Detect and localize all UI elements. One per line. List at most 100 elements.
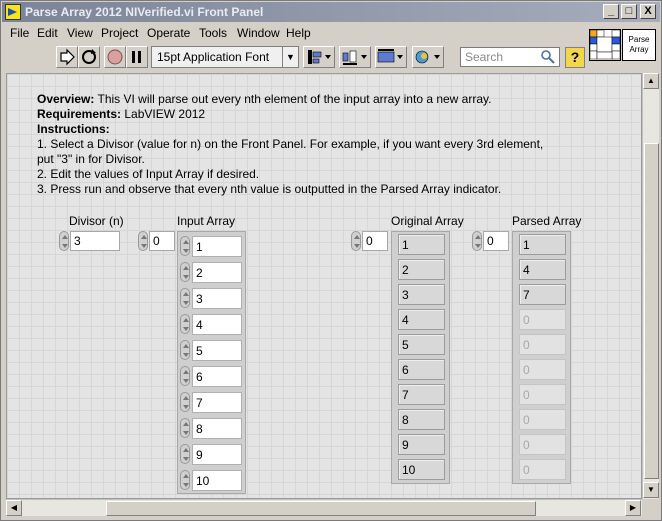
overview-label: Overview: xyxy=(37,92,95,106)
element-spinner[interactable] xyxy=(180,418,190,438)
menu-view[interactable]: View xyxy=(67,26,93,40)
context-help-button[interactable]: ? xyxy=(565,47,585,68)
toolbar: 15pt Application Font ▼ Search ? xyxy=(2,43,660,71)
element-spinner[interactable] xyxy=(180,366,190,386)
window-title: Parse Array 2012 NIVerified.vi Front Pan… xyxy=(25,5,264,19)
array-element: 8 xyxy=(398,409,445,430)
labview-window: Parse Array 2012 NIVerified.vi Front Pan… xyxy=(0,0,662,521)
parsed-array-index[interactable]: 0 xyxy=(483,231,509,251)
search-input[interactable]: Search xyxy=(460,47,560,67)
array-element: 6 xyxy=(398,359,445,380)
element-spinner[interactable] xyxy=(180,236,190,256)
font-selector[interactable]: 15pt Application Font ▼ xyxy=(151,46,299,68)
array-element: 0 xyxy=(519,434,566,455)
run-arrow-icon xyxy=(60,48,75,66)
array-element: 0 xyxy=(519,309,566,330)
array-element: 1 xyxy=(398,234,445,255)
resize-grip[interactable] xyxy=(642,499,659,516)
array-element: 2 xyxy=(398,259,445,280)
title-bar[interactable]: Parse Array 2012 NIVerified.vi Front Pan… xyxy=(2,2,660,22)
instructions-text: Overview: This VI will parse out every n… xyxy=(37,92,617,197)
array-element[interactable]: 3 xyxy=(192,288,242,309)
align-objects-icon xyxy=(308,50,331,64)
pause-button[interactable] xyxy=(126,46,148,68)
original-array-index-spinner[interactable] xyxy=(351,231,361,251)
original-array-index[interactable]: 0 xyxy=(362,231,388,251)
parsed-array: 1470000000 xyxy=(512,231,571,484)
menu-help[interactable]: Help xyxy=(286,26,311,40)
vi-icon[interactable]: Parse Array xyxy=(622,29,656,61)
menu-project[interactable]: Project xyxy=(101,26,138,40)
element-spinner[interactable] xyxy=(180,340,190,360)
distribute-objects-icon xyxy=(342,50,367,65)
scroll-left-arrow[interactable]: ◀ xyxy=(6,500,22,516)
search-icon[interactable] xyxy=(540,49,556,65)
resize-objects-icon xyxy=(377,49,403,63)
search-placeholder: Search xyxy=(465,50,504,64)
original-array-label: Original Array xyxy=(391,214,464,228)
element-spinner[interactable] xyxy=(180,470,190,490)
menu-edit[interactable]: Edit xyxy=(37,26,58,40)
instruction-step-2: 2. Edit the values of Input Array if des… xyxy=(37,167,260,181)
divisor-increment-decrement[interactable] xyxy=(59,231,69,251)
reorder-button[interactable] xyxy=(412,46,444,68)
vertical-scroll-thumb[interactable] xyxy=(644,143,659,479)
vertical-scrollbar[interactable]: ▲ ▼ xyxy=(642,73,659,499)
input-array-index-spinner[interactable] xyxy=(138,231,148,251)
instruction-step-3: 3. Press run and observe that every nth … xyxy=(37,182,502,196)
minimize-button[interactable]: _ xyxy=(603,4,619,19)
element-spinner[interactable] xyxy=(180,392,190,412)
resize-objects-button[interactable] xyxy=(375,46,407,68)
array-element: 0 xyxy=(519,409,566,430)
array-element[interactable]: 8 xyxy=(192,418,242,439)
element-spinner[interactable] xyxy=(180,444,190,464)
array-element[interactable]: 4 xyxy=(192,314,242,335)
scroll-right-arrow[interactable]: ▶ xyxy=(625,500,641,516)
element-spinner[interactable] xyxy=(180,314,190,334)
original-array: 1 2 3 4 5 6 7 8 9 10 xyxy=(391,231,450,484)
instructions-label: Instructions: xyxy=(37,122,110,136)
array-element[interactable]: 10 xyxy=(192,470,242,491)
input-array-label: Input Array xyxy=(177,214,236,228)
align-objects-button[interactable] xyxy=(303,46,335,68)
parsed-array-index-spinner[interactable] xyxy=(472,231,482,251)
menu-operate[interactable]: Operate xyxy=(147,26,190,40)
run-continuously-icon xyxy=(82,49,96,64)
scroll-down-arrow[interactable]: ▼ xyxy=(643,482,659,498)
array-element[interactable]: 6 xyxy=(192,366,242,387)
front-panel[interactable]: Overview: This VI will parse out every n… xyxy=(6,73,642,499)
connector-pane[interactable] xyxy=(589,29,621,61)
array-element[interactable]: 5 xyxy=(192,340,242,361)
close-button[interactable]: X xyxy=(640,4,656,19)
run-continuously-button[interactable] xyxy=(78,46,100,68)
array-element[interactable]: 9 xyxy=(192,444,242,465)
menu-bar: File Edit View Project Operate Tools Win… xyxy=(2,23,660,43)
maximize-button[interactable]: □ xyxy=(621,4,637,19)
requirements-text: LabVIEW 2012 xyxy=(121,107,206,121)
menu-tools[interactable]: Tools xyxy=(199,26,227,40)
divisor-input[interactable]: 3 xyxy=(70,231,120,251)
distribute-objects-button[interactable] xyxy=(339,46,371,68)
array-element[interactable]: 2 xyxy=(192,262,242,283)
parsed-array-label: Parsed Array xyxy=(512,214,582,228)
overview-text: This VI will parse out every nth element… xyxy=(94,92,492,106)
run-button[interactable] xyxy=(56,46,78,68)
scroll-up-arrow[interactable]: ▲ xyxy=(643,73,659,89)
array-element[interactable]: 1 xyxy=(192,236,242,257)
requirements-label: Requirements: xyxy=(37,107,122,121)
element-spinner[interactable] xyxy=(180,288,190,308)
divisor-label: Divisor (n) xyxy=(69,214,124,228)
array-element: 0 xyxy=(519,384,566,405)
input-array-index[interactable]: 0 xyxy=(149,231,175,251)
menu-window[interactable]: Window xyxy=(237,26,280,40)
element-spinner[interactable] xyxy=(180,262,190,282)
array-element: 9 xyxy=(398,434,445,455)
array-element: 3 xyxy=(398,284,445,305)
array-element: 10 xyxy=(398,459,445,480)
array-element[interactable]: 7 xyxy=(192,392,242,413)
abort-button[interactable] xyxy=(104,46,126,68)
menu-file[interactable]: File xyxy=(10,26,29,40)
horizontal-scrollbar[interactable]: ◀ ▶ xyxy=(6,499,642,516)
array-element: 4 xyxy=(519,259,566,280)
horizontal-scroll-thumb[interactable] xyxy=(106,501,536,516)
